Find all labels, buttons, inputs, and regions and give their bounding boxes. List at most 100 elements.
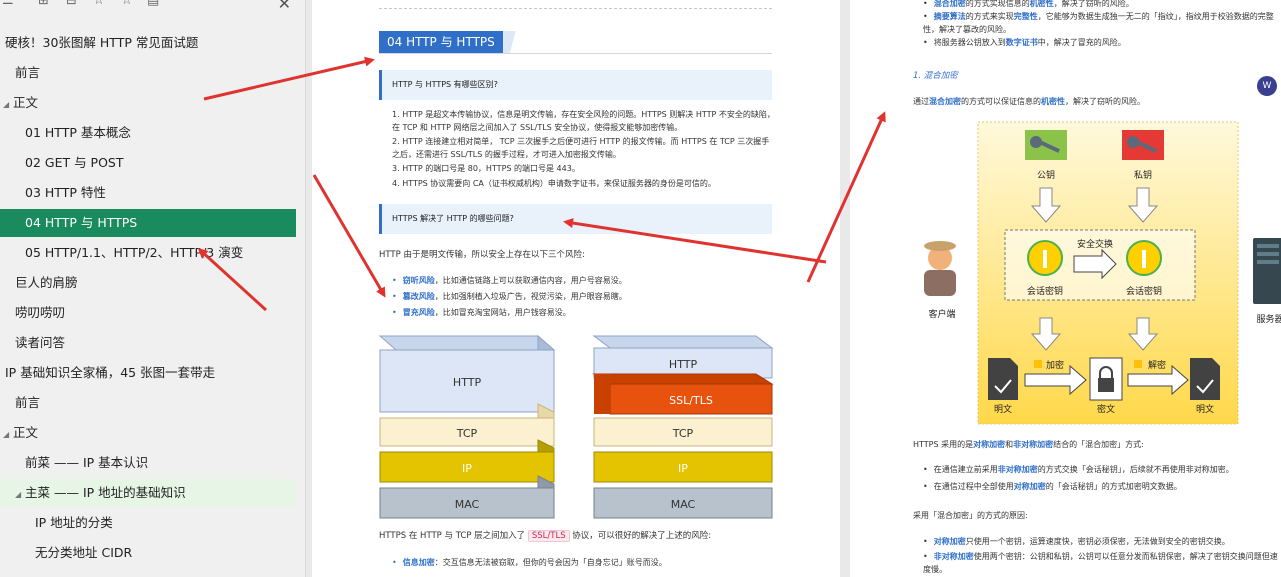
sidebar-item-label: 正文 [13, 95, 39, 110]
document-icon [1190, 358, 1220, 400]
paragraph: HTTP 由于是明文传输，所以安全上存在以下三个风险: [379, 250, 585, 260]
sidebar-item[interactable]: 前言 [0, 389, 296, 417]
layer-label: IP [678, 462, 688, 475]
sidebar-item-label: 02 GET 与 POST [25, 155, 124, 170]
session-key-label: 会话密钥 [1126, 285, 1162, 297]
list-item: 非对称加密使用两个密钥：公钥和私钥，公钥可以任意分发而私钥保密，解决了密钥交换问… [923, 550, 1281, 576]
sidebar-item[interactable]: 01 HTTP 基本概念 [0, 119, 296, 147]
ciphertext-icon [1089, 357, 1123, 401]
layer-label: HTTP [669, 358, 698, 371]
sidebar-item-label: 正文 [13, 425, 39, 440]
sidebar-item[interactable]: 无分类地址 CIDR [0, 539, 296, 567]
floating-widget-icon[interactable]: W [1257, 76, 1277, 96]
sidebar-item[interactable]: 前言 [0, 59, 296, 87]
sidebar-item[interactable]: IP 地址的分类 [0, 509, 296, 537]
layer-label: TCP [672, 427, 694, 440]
public-key-icon [1025, 130, 1067, 160]
divider [379, 8, 772, 9]
sidebar-item-label: 前菜 —— IP 基本认识 [25, 455, 149, 470]
protocol-stack-diagram: HTTP TCP IP MAC HTTP SSL/TLS TCP IP MAC [378, 334, 774, 519]
list-item: 篡改风险，比如强制植入垃圾广告，视觉污染，用户眼容易瞎。 [392, 289, 627, 305]
session-key-label: 会话密钥 [1027, 285, 1063, 297]
risk-list: 窃听风险，比如通信链路上可以获取通信内容，用户号容易没。 篡改风险，比如强制植入… [392, 273, 627, 321]
bookmark-icon[interactable]: ☆ [121, 0, 133, 8]
http-stack: HTTP TCP IP MAC [378, 334, 556, 519]
sidebar-item[interactable]: 02 GET 与 POST [0, 149, 296, 177]
secure-exchange-label: 安全交换 [1077, 238, 1113, 250]
menu-icon[interactable]: ☰ [2, 0, 14, 8]
encrypt-label: 加密 [1046, 359, 1064, 371]
sidebar-item-label: 读者问答 [15, 335, 66, 350]
section-title: 04 HTTP 与 HTTPS [379, 31, 503, 53]
expand-triangle-icon[interactable]: ◢ [3, 421, 13, 449]
sidebar-item[interactable]: IP 基础知识全家桶，45 张图一套带走 [0, 359, 296, 387]
sidebar-item[interactable]: 读者问答 [0, 329, 296, 357]
paragraph: HTTPS 采用的是对称加密和非对称加密结合的「混合加密」方式: [913, 440, 1144, 449]
session-key-icon [1126, 240, 1162, 276]
star-icon[interactable]: ☆ [93, 0, 105, 8]
feature-list: 混合加密的方式实现信息的机密性，解决了窃听的风险。 摘要算法的方式来实现完整性，… [923, 0, 1281, 49]
difference-list: 1. HTTP 是超文本传输协议，信息是明文传输，存在安全风险的问题。HTTPS… [392, 109, 776, 192]
layer-label: MAC [671, 498, 696, 511]
list-item: 4. HTTPS 协议需要向 CA（证书权威机构）申请数字证书，来保证服务器的身… [392, 178, 716, 188]
reason-list: 对称加密只使用一个密钥，运算速度快，密钥必须保密，无法做到安全的密钥交换。 非对… [923, 535, 1281, 576]
list-item: 3. HTTP 的端口号是 80，HTTPS 的端口号是 443。 [392, 164, 580, 173]
solution-list: 信息加密：交互信息无法被窃取，但你的号会因为「自身忘记」账号而没。 [392, 555, 667, 571]
hybrid-list: 在通信建立前采用非对称加密的方式交换「会话秘钥」，后续就不再使用非对称加密。 在… [923, 463, 1234, 493]
server-label: 服务器 [1256, 313, 1281, 325]
list-item: 冒充风险，比如冒充淘宝网站，用户钱容易没。 [392, 305, 627, 321]
sidebar-item-label: 硬核！30张图解 HTTP 常见面试题 [5, 35, 199, 50]
layer-label: TCP [456, 427, 478, 440]
sidebar-item[interactable]: 03 HTTP 特性 [0, 179, 296, 207]
sidebar-item[interactable]: 巨人的肩膀 [0, 269, 296, 297]
paragraph: 采用「混合加密」的方式的原因: [913, 511, 1028, 520]
sidebar-item[interactable]: 04 HTTP 与 HTTPS [0, 209, 296, 237]
decrypt-label: 解密 [1148, 359, 1166, 371]
https-stack: HTTP SSL/TLS TCP IP MAC [592, 335, 774, 519]
trash-icon[interactable]: ▤ [147, 0, 159, 8]
private-key-label: 私钥 [1134, 169, 1152, 181]
list-item: 将服务器公钥放入到数字证书中，解决了冒充的风险。 [923, 36, 1281, 49]
subsection-title: 1. 混合加密 [913, 71, 958, 81]
collapse-icon[interactable]: ⊟ [66, 0, 77, 8]
plaintext-label: 明文 [994, 403, 1012, 415]
sidebar-item-label: 03 HTTP 特性 [25, 185, 106, 200]
close-icon[interactable]: ✕ [278, 0, 291, 13]
question-box: HTTP 与 HTTPS 有哪些区别? [379, 70, 772, 100]
list-item: 在通信建立前采用非对称加密的方式交换「会话秘钥」，后续就不再使用非对称加密。 [923, 463, 1234, 476]
sidebar-item[interactable]: 唠叨唠叨 [0, 299, 296, 327]
sidebar-item-label: IP 基础知识全家桶，45 张图一套带走 [5, 365, 216, 380]
sidebar-item[interactable]: ◢ 正文 [0, 89, 296, 117]
sidebar-item-label: 主菜 —— IP 地址的基础知识 [25, 485, 186, 500]
sidebar-item[interactable]: 前菜 —— IP 基本认识 [0, 449, 296, 477]
expand-icon[interactable]: ⊞ [38, 0, 49, 8]
sidebar-item-label: IP 地址的分类 [35, 515, 113, 530]
list-item: 摘要算法的方式来实现完整性，它能够为数据生成独一无二的「指纹」，指纹用于校验数据… [923, 10, 1281, 36]
plaintext-label: 明文 [1196, 403, 1214, 415]
layer-label: SSL/TLS [669, 394, 713, 407]
code-tag: SSL/TLS [527, 530, 570, 542]
sidebar-item[interactable]: 05 HTTP/1.1、HTTP/2、HTTP/3 演变 [0, 239, 296, 267]
expand-triangle-icon[interactable]: ◢ [3, 91, 13, 119]
sidebar-item[interactable]: 硬核！30张图解 HTTP 常见面试题 [0, 29, 296, 57]
sidebar-item-label: 唠叨唠叨 [15, 305, 66, 320]
list-item: 1. HTTP 是超文本传输协议，信息是明文传输，存在安全风险的问题。HTTPS… [392, 110, 775, 132]
private-key-icon [1122, 130, 1164, 160]
sidebar-item[interactable]: ◢ 正文 [0, 419, 296, 447]
paragraph: HTTPS 在 HTTP 与 TCP 层之间加入了 SSL/TLS 协议，可以很… [379, 530, 712, 542]
sidebar-item-label: 前言 [15, 395, 41, 410]
sidebar-toolbar: ☰ ⊞ ⊟ ☆ ☆ ▤ ✕ [0, 0, 305, 13]
expand-triangle-icon[interactable]: ◢ [15, 481, 25, 509]
session-key-icon [1027, 240, 1063, 276]
sidebar-item[interactable]: ◢ 主菜 —— IP 地址的基础知识 [0, 479, 296, 507]
document-page-left: 04 HTTP 与 HTTPS HTTP 与 HTTPS 有哪些区别? 1. H… [312, 0, 840, 577]
hybrid-encryption-diagram: 公钥 私钥 安全交换 会话密钥 会话密钥 客户端 服务器 明文 加密 密文 解密… [924, 121, 1281, 425]
layer-label: IP [462, 462, 472, 475]
page-gutter [840, 0, 850, 577]
sidebar-item-label: 01 HTTP 基本概念 [25, 125, 131, 140]
client-label: 客户端 [928, 308, 955, 320]
layer-label: HTTP [453, 376, 482, 389]
list-item: 2. HTTP 连接建立相对简单， TCP 三次握手之后便可进行 HTTP 的报… [392, 137, 770, 159]
client-avatar-icon [924, 241, 956, 296]
sidebar: ☰ ⊞ ⊟ ☆ ☆ ▤ ✕ 硬核！30张图解 HTTP 常见面试题 前言 ◢ 正文 01… [0, 0, 306, 577]
